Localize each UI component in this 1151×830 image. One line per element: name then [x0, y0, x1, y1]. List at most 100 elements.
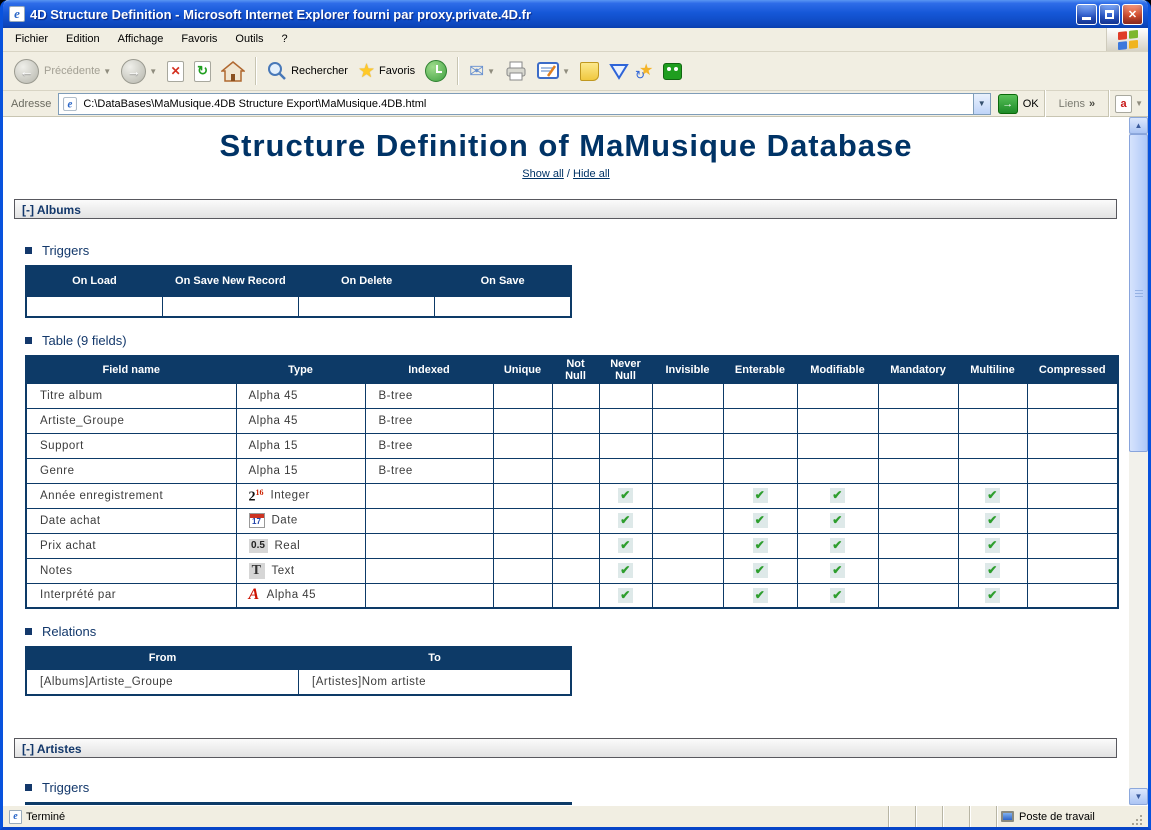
refresh-button[interactable]: ↻: [189, 58, 216, 85]
links-label[interactable]: Liens: [1059, 98, 1085, 110]
search-button[interactable]: Rechercher: [262, 58, 353, 84]
address-dropdown-icon[interactable]: ▼: [973, 94, 990, 114]
stop-button[interactable]: ✕: [162, 58, 189, 85]
field-flag-compressed: [1027, 408, 1118, 433]
field-indexed-cell: B-tree: [365, 458, 493, 483]
hide-all-link[interactable]: Hide all: [573, 168, 610, 180]
computer-icon: [1001, 811, 1014, 822]
menu-outils[interactable]: Outils: [226, 28, 272, 51]
mail-dropdown-icon[interactable]: ▼: [487, 67, 495, 76]
scroll-track[interactable]: [1129, 452, 1148, 788]
links-chevron-icon[interactable]: »: [1089, 98, 1095, 110]
pdf-dropdown-icon[interactable]: ▼: [1135, 99, 1143, 108]
field-flag-enterable: [723, 383, 797, 408]
menu-favoris[interactable]: Favoris: [172, 28, 226, 51]
artistes-section-header[interactable]: [-] Artistes: [14, 738, 1117, 758]
messenger-button[interactable]: [658, 60, 687, 83]
field-row: SupportAlpha 15B-tree: [26, 433, 1118, 458]
vertical-scrollbar[interactable]: ▲ ▼: [1129, 117, 1148, 805]
field-flag-mandatory: [878, 433, 958, 458]
discuss-button[interactable]: [575, 59, 604, 84]
home-icon: [221, 61, 245, 82]
maximize-button[interactable]: [1099, 4, 1120, 25]
scroll-down-button[interactable]: ▼: [1129, 788, 1148, 805]
print-button[interactable]: [500, 58, 532, 84]
trigger-cell: [299, 296, 435, 317]
address-input[interactable]: [83, 98, 972, 110]
back-label: Précédente: [44, 65, 100, 77]
artistes-section-label: [-] Artistes: [22, 742, 82, 756]
edit-button[interactable]: ▼: [532, 59, 575, 83]
field-row: Interprété parAAlpha 45✔✔✔✔: [26, 583, 1118, 608]
toolbar-separator: [457, 57, 459, 85]
albums-table-label: Table (9 fields): [42, 333, 127, 348]
field-type-label: Date: [272, 515, 298, 527]
address-field[interactable]: e ▼: [58, 93, 990, 115]
relation-column-header: To: [299, 647, 572, 669]
field-flag-unique: [493, 458, 552, 483]
close-button[interactable]: ✕: [1122, 4, 1143, 25]
scroll-thumb[interactable]: [1129, 134, 1148, 452]
history-button[interactable]: [420, 57, 452, 85]
albums-relations-heading: Relations: [25, 624, 1129, 639]
show-all-link[interactable]: Show all: [522, 168, 564, 180]
forward-button[interactable]: → ▼: [116, 56, 162, 87]
albums-section-label: [-] Albums: [22, 203, 81, 217]
field-flag-mandatory: [878, 483, 958, 508]
pdf-icon[interactable]: a: [1115, 95, 1132, 113]
filter-button[interactable]: [604, 60, 634, 83]
field-flag-compressed: [1027, 583, 1118, 608]
minimize-button[interactable]: [1076, 4, 1097, 25]
field-flag-not_null: [552, 458, 599, 483]
edit-dropdown-icon[interactable]: ▼: [562, 67, 570, 76]
bullet-icon: [25, 628, 32, 635]
field-flag-invisible: [652, 508, 723, 533]
field-column-header: Not Null: [552, 356, 599, 383]
funnel-icon: [609, 63, 629, 80]
favorites-button[interactable]: ★ Favoris: [353, 59, 420, 84]
trigger-cell: [26, 296, 162, 317]
alpha-type-icon: A: [249, 587, 260, 603]
toolbar-separator: [255, 57, 257, 85]
field-flag-multiline: [958, 383, 1027, 408]
check-icon: ✔: [618, 513, 633, 528]
back-button[interactable]: ← Précédente ▼: [9, 56, 116, 87]
albums-section-header[interactable]: [-] Albums: [14, 199, 1117, 219]
note-icon: [580, 62, 599, 81]
field-flag-unique: [493, 558, 552, 583]
menu-affichage[interactable]: Affichage: [109, 28, 173, 51]
addressbar-separator: [1044, 90, 1046, 118]
menu-fichier[interactable]: Fichier: [6, 28, 57, 51]
field-flag-mandatory: [878, 533, 958, 558]
date-type-icon: 17: [249, 513, 265, 528]
resize-grip[interactable]: [1131, 814, 1144, 827]
mail-button[interactable]: ✉▼: [464, 59, 500, 83]
trigger-cell: [435, 296, 571, 317]
menu-aide[interactable]: ?: [273, 28, 297, 51]
field-flag-never_null: ✔: [599, 533, 652, 558]
status-zone-pane: Poste de travail: [996, 806, 1148, 827]
field-type-label: Alpha 45: [249, 390, 298, 402]
field-name-cell: Prix achat: [26, 533, 236, 558]
forward-dropdown-icon[interactable]: ▼: [149, 67, 157, 76]
go-button[interactable]: → OK: [998, 94, 1039, 114]
window-title: 4D Structure Definition - Microsoft Inte…: [30, 7, 1076, 22]
mail-icon: ✉: [469, 62, 484, 80]
address-label: Adresse: [11, 98, 51, 110]
research-button[interactable]: ★: [634, 60, 658, 82]
field-indexed-cell: B-tree: [365, 433, 493, 458]
text-type-icon: T: [249, 563, 265, 579]
field-flag-multiline: ✔: [958, 483, 1027, 508]
field-row: Prix achat0.5Real✔✔✔✔: [26, 533, 1118, 558]
scroll-up-button[interactable]: ▲: [1129, 117, 1148, 134]
menu-edition[interactable]: Edition: [57, 28, 109, 51]
title-bar[interactable]: e 4D Structure Definition - Microsoft In…: [3, 0, 1148, 28]
field-flag-never_null: ✔: [599, 558, 652, 583]
field-flag-compressed: [1027, 533, 1118, 558]
field-flag-mandatory: [878, 408, 958, 433]
home-button[interactable]: [216, 58, 250, 85]
field-flag-multiline: [958, 433, 1027, 458]
field-column-header: Unique: [493, 356, 552, 383]
status-bar: e Terminé Poste de travail: [3, 805, 1148, 827]
back-dropdown-icon[interactable]: ▼: [103, 67, 111, 76]
